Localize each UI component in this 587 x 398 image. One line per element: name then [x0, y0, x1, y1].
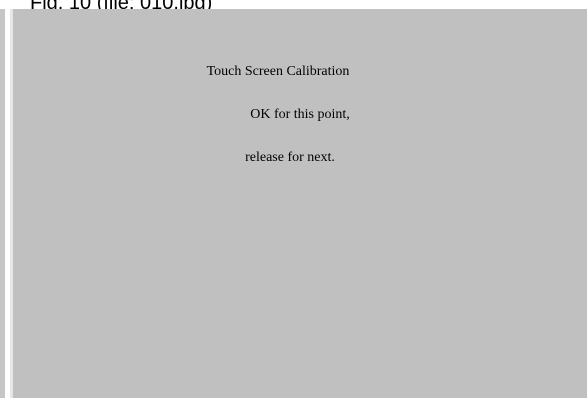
- figure-frame: Touch Screen Calibration OK for this poi…: [0, 9, 587, 398]
- calibration-next-message: release for next.: [245, 150, 335, 165]
- calibration-ok-message: OK for this point,: [250, 107, 350, 122]
- calibration-screen[interactable]: Touch Screen Calibration OK for this poi…: [10, 9, 587, 398]
- calibration-title: Touch Screen Calibration: [206, 64, 350, 79]
